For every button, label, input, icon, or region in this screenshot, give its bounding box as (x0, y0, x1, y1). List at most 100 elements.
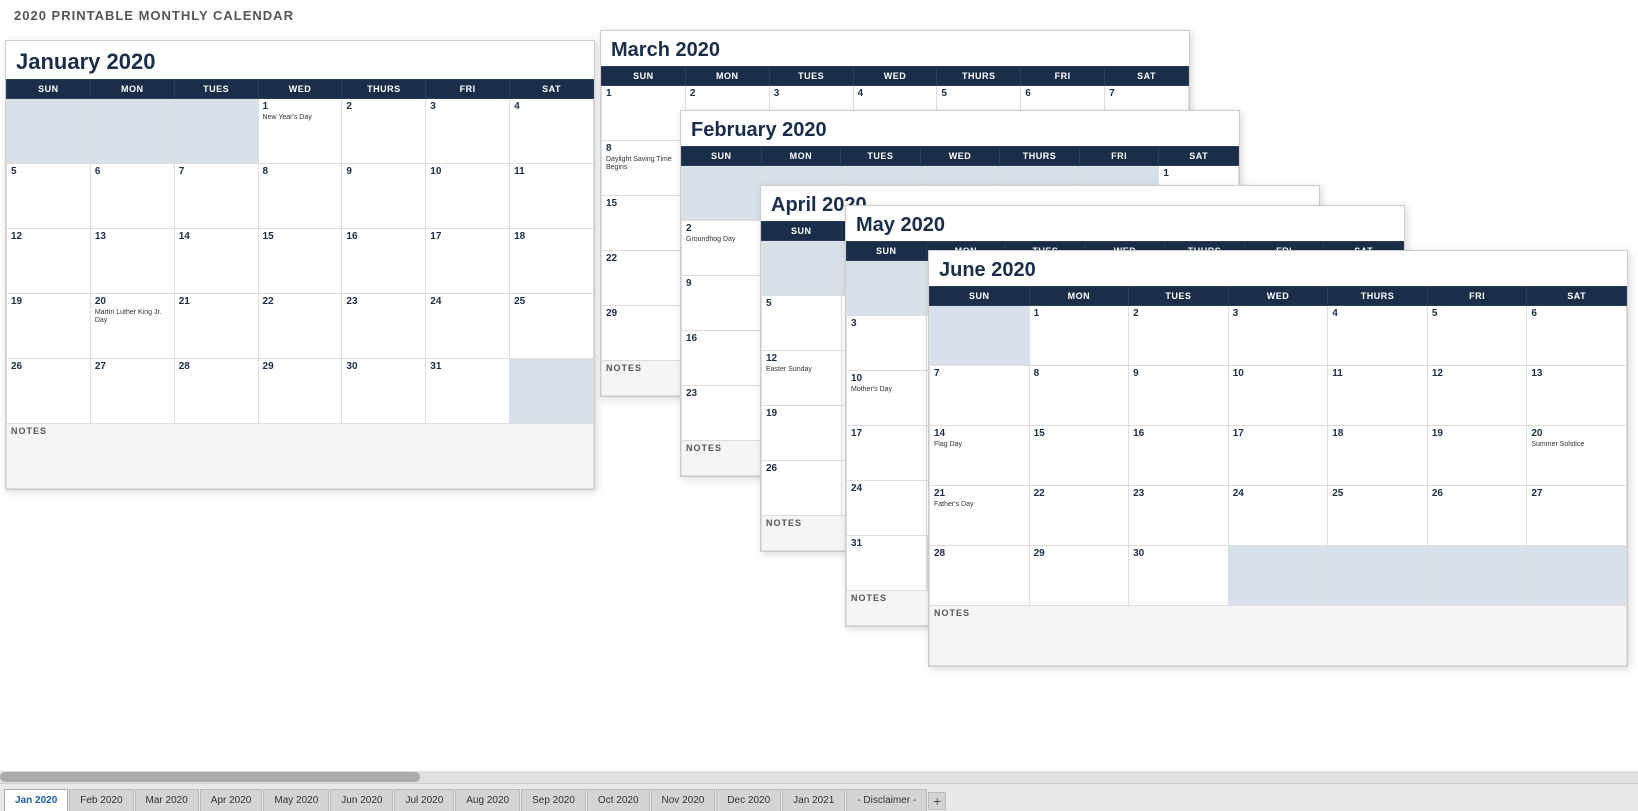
col-sun: SUN (762, 222, 842, 241)
tab-apr-2020[interactable]: Apr 2020 (200, 789, 263, 811)
tab-sep-2020[interactable]: Sep 2020 (521, 789, 586, 811)
calendar-june: June 2020 SUN MON TUES WED THURS FRI SAT… (928, 250, 1628, 667)
tab-jun-2020[interactable]: Jun 2020 (330, 789, 393, 811)
col-fri: FRI (1021, 67, 1105, 86)
col-mon: MON (1029, 287, 1129, 306)
table-cell (1527, 546, 1627, 606)
tab-jan-2021[interactable]: Jan 2021 (782, 789, 845, 811)
table-cell: 6 (1527, 306, 1627, 366)
col-tues: TUES (1129, 287, 1229, 306)
table-cell: 9 (342, 164, 426, 229)
table-cell (510, 359, 594, 424)
scrollbar-area[interactable] (0, 771, 1638, 783)
june-grid: SUN MON TUES WED THURS FRI SAT 1 2 3 4 5 (929, 286, 1627, 666)
table-cell: 16 (1129, 426, 1229, 486)
table-row: 1 2 3 4 5 6 (930, 306, 1627, 366)
table-cell: 17 (1228, 426, 1328, 486)
table-cell: 13 (1527, 366, 1627, 426)
june-title: June 2020 (929, 251, 1627, 286)
col-mon: MON (90, 80, 174, 99)
table-cell: 23 (682, 386, 762, 441)
table-cell: 10 (1228, 366, 1328, 426)
col-tues: TUES (174, 80, 258, 99)
table-cell: 22 (602, 251, 686, 306)
col-fri: FRI (1079, 147, 1159, 166)
table-cell: 29 (602, 306, 686, 361)
table-cell: 9 (682, 276, 762, 331)
table-cell: 5 (762, 296, 842, 351)
table-cell: 21 (174, 294, 258, 359)
table-cell: 30 (342, 359, 426, 424)
table-row: 5 6 7 8 9 10 11 (7, 164, 594, 229)
table-cell: 1New Year's Day (258, 99, 342, 164)
table-cell: 22 (258, 294, 342, 359)
tab-dec-2020[interactable]: Dec 2020 (716, 789, 781, 811)
table-cell: 1 (1029, 306, 1129, 366)
col-sat: SAT (510, 80, 594, 99)
col-sat: SAT (1527, 287, 1627, 306)
table-cell (1228, 546, 1328, 606)
tab-jul-2020[interactable]: Jul 2020 (394, 789, 454, 811)
table-cell: 7 (174, 164, 258, 229)
table-cell: 4 (510, 99, 594, 164)
scrollbar-thumb[interactable] (0, 772, 420, 782)
table-cell: 10 (426, 164, 510, 229)
table-cell: 31 (426, 359, 510, 424)
tab-feb-2020[interactable]: Feb 2020 (69, 789, 133, 811)
col-tues: TUES (841, 147, 921, 166)
table-cell: 5 (7, 164, 91, 229)
table-cell: 2 (342, 99, 426, 164)
table-row: 28 29 30 (930, 546, 1627, 606)
march-title: March 2020 (601, 31, 1189, 66)
table-cell: 4 (1328, 306, 1428, 366)
table-cell: 16 (682, 331, 762, 386)
col-sun: SUN (682, 147, 762, 166)
page-title: 2020 PRINTABLE MONTHLY CALENDAR (0, 0, 1638, 27)
table-cell: 30 (1129, 546, 1229, 606)
table-cell: 14 (174, 229, 258, 294)
table-cell: 25 (510, 294, 594, 359)
col-fri: FRI (1427, 287, 1527, 306)
table-cell: 24 (847, 481, 927, 536)
table-row: 7 8 9 10 11 12 13 (930, 366, 1627, 426)
table-cell: 12 (7, 229, 91, 294)
tab-disclaimer[interactable]: - Disclaimer - (846, 789, 927, 811)
table-cell: 19 (762, 406, 842, 461)
table-cell: 3 (847, 316, 927, 371)
table-cell (930, 306, 1030, 366)
february-title: February 2020 (681, 111, 1239, 146)
col-sat: SAT (1159, 147, 1239, 166)
tab-nov-2020[interactable]: Nov 2020 (651, 789, 716, 811)
table-cell (1328, 546, 1428, 606)
table-cell: 13 (90, 229, 174, 294)
col-thurs: THURS (1000, 147, 1080, 166)
table-cell: 26 (762, 461, 842, 516)
table-cell: 24 (426, 294, 510, 359)
tab-mar-2020[interactable]: Mar 2020 (135, 789, 199, 811)
tab-aug-2020[interactable]: Aug 2020 (455, 789, 520, 811)
col-sun: SUN (847, 242, 927, 261)
table-cell: 6 (90, 164, 174, 229)
notes-row: NOTES (930, 606, 1627, 666)
table-cell: 1 (602, 86, 686, 141)
table-cell: 19 (1427, 426, 1527, 486)
table-cell: 22 (1029, 486, 1129, 546)
col-sun: SUN (930, 287, 1030, 306)
table-cell: 21Father's Day (930, 486, 1030, 546)
table-cell: 17 (847, 426, 927, 481)
table-cell: 3 (1228, 306, 1328, 366)
tab-may-2020[interactable]: May 2020 (263, 789, 329, 811)
table-cell: 10Mother's Day (847, 371, 927, 426)
table-cell: 23 (342, 294, 426, 359)
table-cell: 11 (1328, 366, 1428, 426)
january-grid: SUN MON TUES WED THURS FRI SAT 1New Year… (6, 79, 594, 489)
col-thurs: THURS (342, 80, 426, 99)
table-cell: 31 (847, 536, 927, 591)
table-cell: 27 (90, 359, 174, 424)
table-cell: 29 (1029, 546, 1129, 606)
tab-add-button[interactable]: + (928, 792, 946, 810)
table-cell: 2 (1129, 306, 1229, 366)
tab-jan-2020[interactable]: Jan 2020 (4, 789, 68, 811)
tab-oct-2020[interactable]: Oct 2020 (587, 789, 650, 811)
table-cell: 29 (258, 359, 342, 424)
